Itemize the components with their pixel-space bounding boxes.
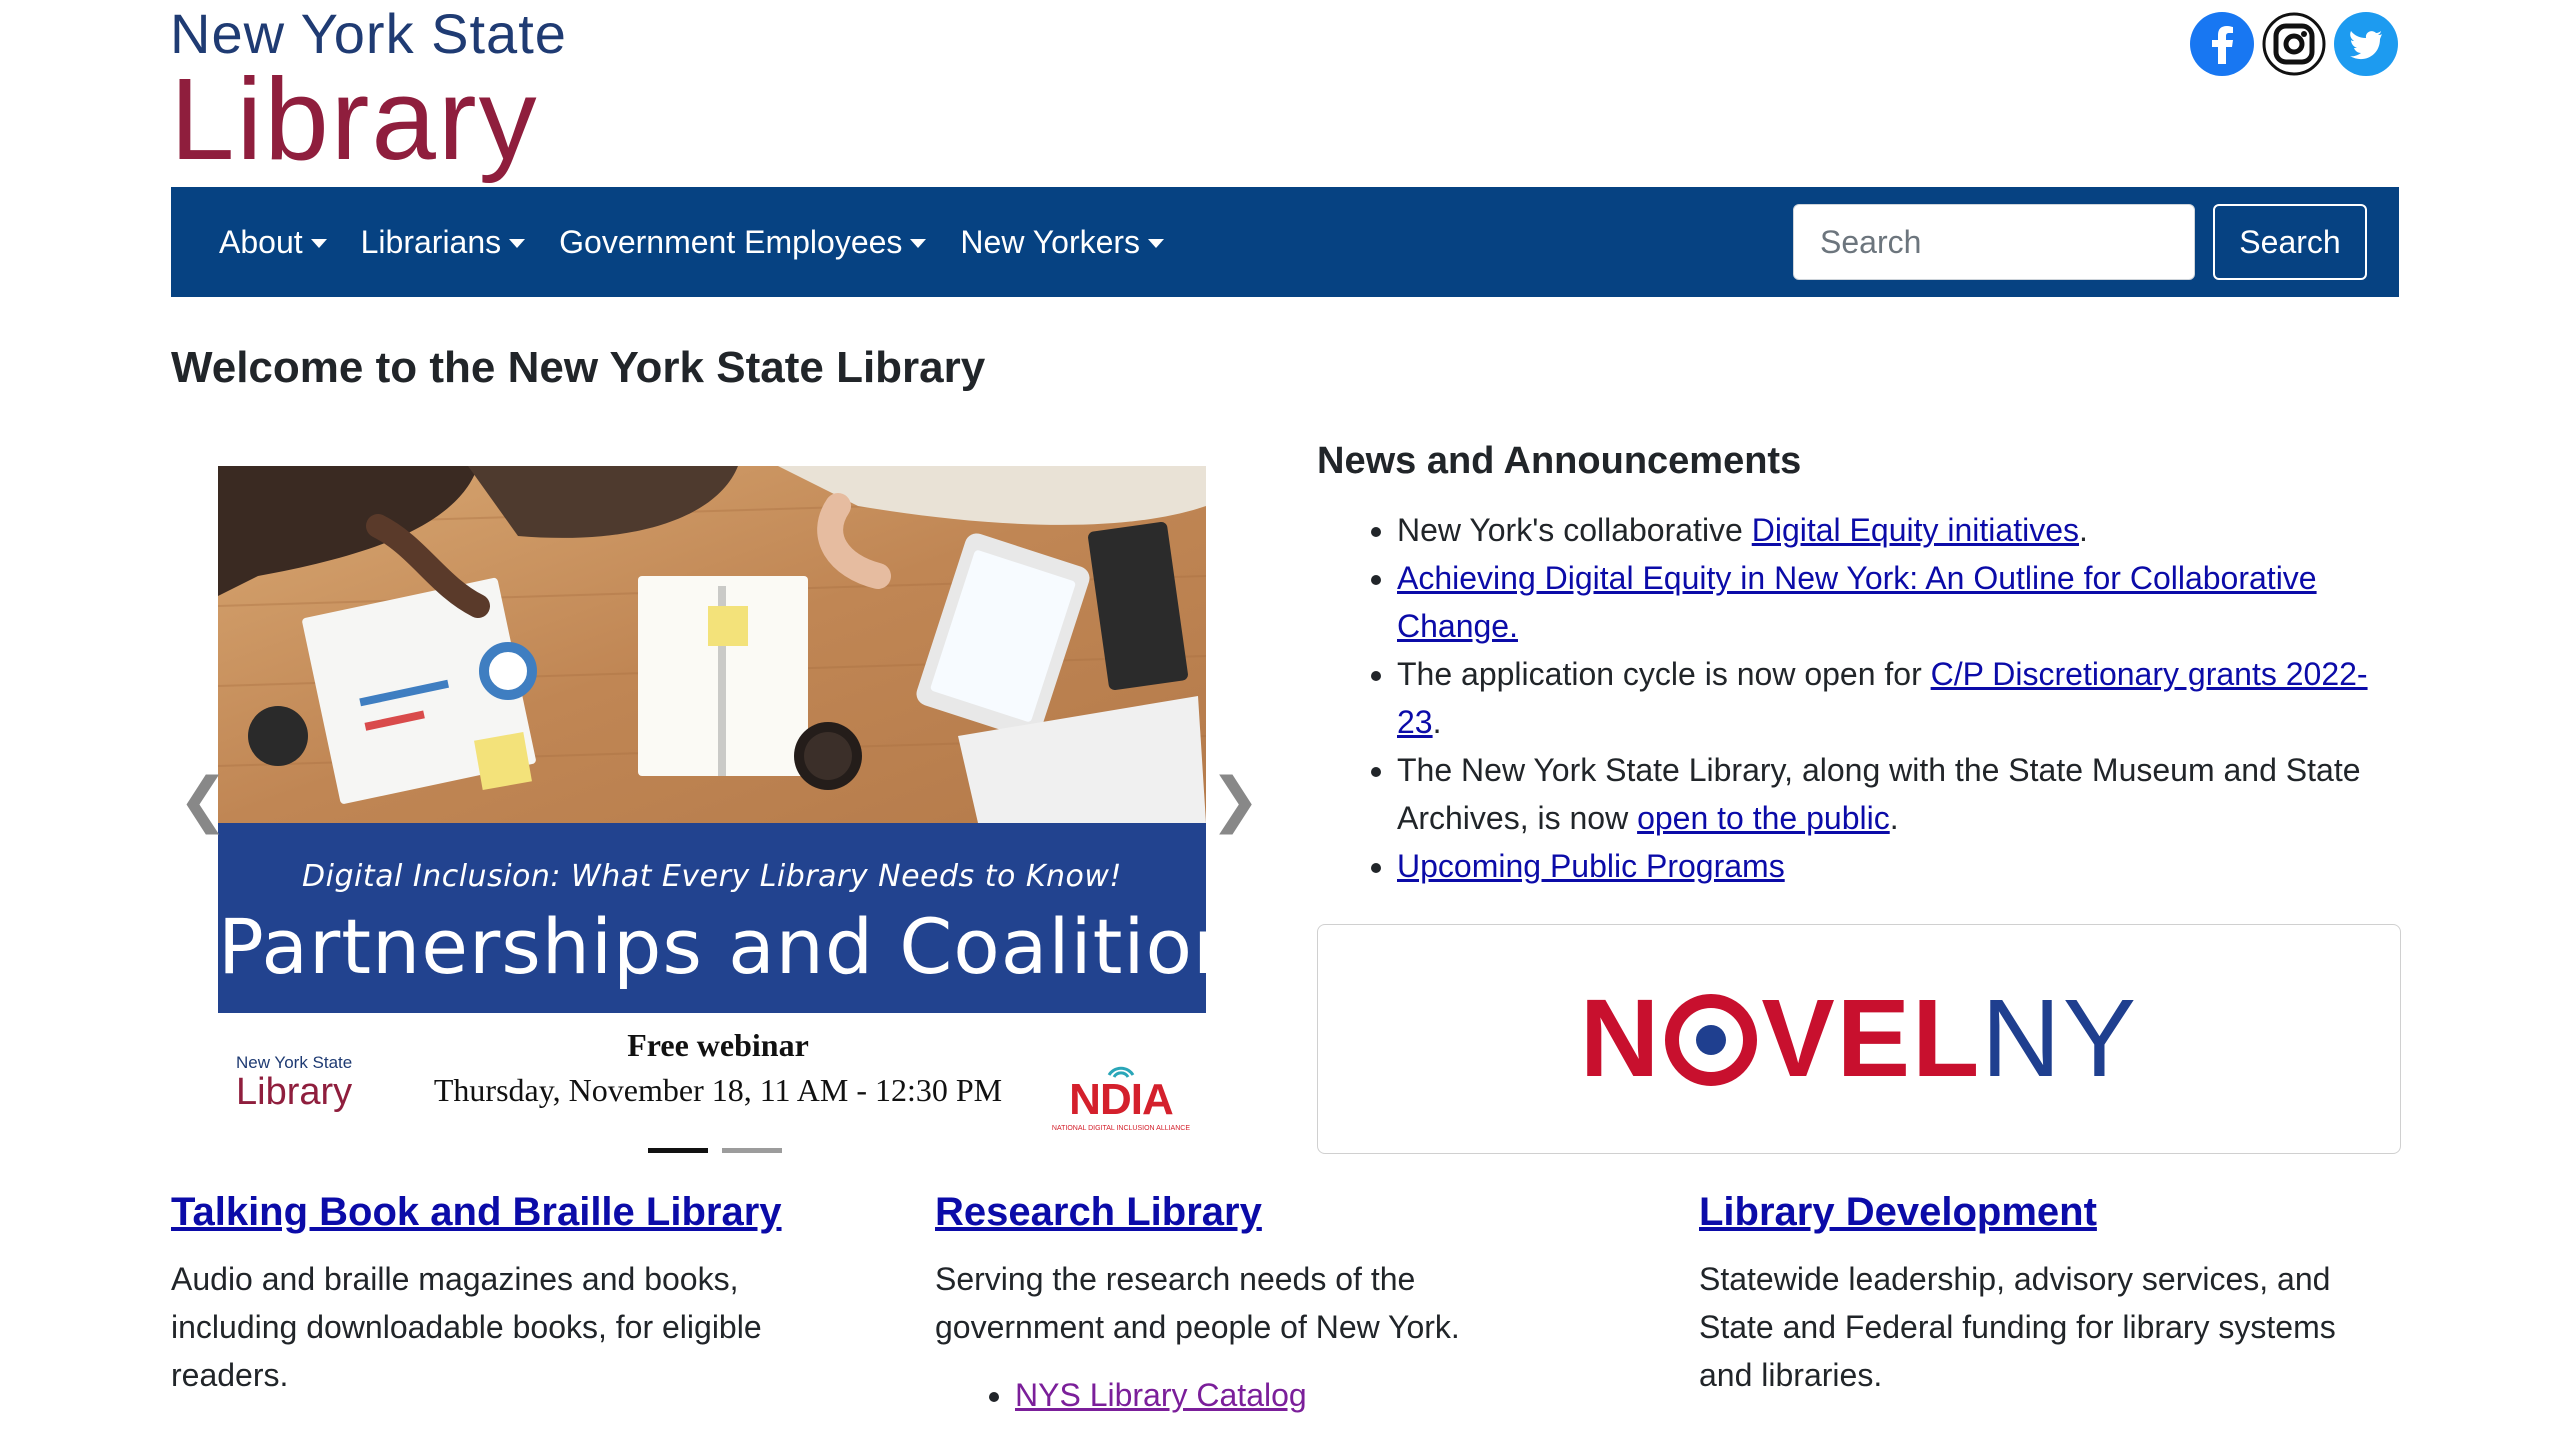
news-item-text: The application cycle is now open for xyxy=(1397,656,1931,692)
news-item: The application cycle is now open for C/… xyxy=(1397,650,2407,746)
nysl-mini-logo: New York State Library xyxy=(236,1053,352,1111)
ndia-logo: NDIA NATIONAL DIGITAL INCLUSION ALLIANCE xyxy=(1052,1061,1190,1132)
nav-label: About xyxy=(219,223,303,260)
news-link-digital-equity[interactable]: Digital Equity initiatives xyxy=(1752,512,2079,548)
main-navbar: About Librarians Government Employees Ne… xyxy=(171,187,2399,297)
news-title: News and Announcements xyxy=(1317,440,1802,482)
research-library-link[interactable]: Research Library xyxy=(935,1190,1262,1234)
webinar-date: Thursday, November 18, 11 AM - 12:30 PM xyxy=(433,1072,1003,1108)
news-link-digital-equity-outline[interactable]: Achieving Digital Equity in New York: An… xyxy=(1397,560,2317,644)
search-button[interactable]: Search xyxy=(2213,204,2367,280)
ndia-tagline: NATIONAL DIGITAL INCLUSION ALLIANCE xyxy=(1051,1125,1190,1132)
nav-menu: About Librarians Government Employees Ne… xyxy=(219,224,1198,261)
ndia-logo-text: NDIA xyxy=(1069,1075,1174,1124)
twitter-icon[interactable] xyxy=(2334,12,2398,76)
carousel-slide[interactable]: Digital Inclusion: What Every Library Ne… xyxy=(218,466,1283,1132)
search-input[interactable] xyxy=(1793,204,2195,280)
social-links xyxy=(2190,12,2398,76)
column-heading: Research Library xyxy=(935,1190,1575,1235)
nav-label: New Yorkers xyxy=(960,223,1141,260)
mini-logo-line2: Library xyxy=(236,1071,353,1113)
news-item-text: New York's collaborative xyxy=(1397,512,1752,548)
nav-label: Librarians xyxy=(360,223,502,260)
news-item-suffix: . xyxy=(2078,512,2088,548)
facebook-icon[interactable] xyxy=(2190,12,2254,76)
novelny-o-download-icon xyxy=(1665,994,1758,1086)
slide-footer: New York State Library Free webinar Thur… xyxy=(218,1013,1206,1132)
nav-government-employees-dropdown[interactable]: Government Employees xyxy=(559,223,927,261)
carousel-indicator-2[interactable] xyxy=(722,1148,782,1153)
carousel-next-button[interactable]: ❯ xyxy=(1210,770,1260,830)
caret-down-icon xyxy=(509,239,526,248)
research-library-column: Research Library Serving the research ne… xyxy=(935,1190,1575,1419)
column-text: Serving the research needs of the govern… xyxy=(935,1261,1460,1345)
carousel-indicators xyxy=(648,1148,782,1153)
caret-down-icon xyxy=(1148,239,1165,248)
news-link-public-programs[interactable]: Upcoming Public Programs xyxy=(1397,848,1785,884)
nav-new-yorkers-dropdown[interactable]: New Yorkers xyxy=(960,223,1165,261)
news-item-suffix: . xyxy=(1889,800,1899,836)
search-form: Search xyxy=(1793,204,2367,280)
novelny-ny: NY xyxy=(1981,977,2139,1100)
news-item-suffix: . xyxy=(1432,704,1442,740)
webinar-info: Free webinar Thursday, November 18, 11 A… xyxy=(398,1027,1038,1109)
webinar-title: Free webinar xyxy=(627,1027,809,1063)
site-logo[interactable]: New York State Library xyxy=(170,6,567,184)
news-item: New York's collaborative Digital Equity … xyxy=(1397,506,2407,554)
library-development-column: Library Development Statewide leadership… xyxy=(1699,1190,2339,1399)
carousel: Digital Inclusion: What Every Library Ne… xyxy=(170,466,1283,1156)
research-links: NYS Library Catalog xyxy=(935,1371,1575,1419)
talking-book-link[interactable]: Talking Book and Braille Library xyxy=(171,1190,782,1234)
slide-subtitle: Digital Inclusion: What Every Library Ne… xyxy=(302,859,1122,894)
mini-logo-line1: New York State xyxy=(236,1053,353,1072)
nav-label: Government Employees xyxy=(559,223,903,260)
logo-line2: Library xyxy=(170,54,539,184)
news-list: New York's collaborative Digital Equity … xyxy=(1317,506,2407,890)
library-development-link[interactable]: Library Development xyxy=(1699,1190,2097,1234)
news-item: Upcoming Public Programs xyxy=(1397,842,2407,890)
news-item: The New York State Library, along with t… xyxy=(1397,746,2407,842)
column-text: Statewide leadership, advisory services,… xyxy=(1699,1261,2336,1393)
carousel-prev-button[interactable]: ❮ xyxy=(178,770,228,830)
slide-photo xyxy=(218,466,1206,823)
novelny-banner[interactable]: N VELNY xyxy=(1317,924,2401,1154)
novelny-vel: VEL xyxy=(1761,977,1982,1100)
column-heading: Talking Book and Braille Library xyxy=(171,1190,811,1235)
nys-library-catalog-link[interactable]: NYS Library Catalog xyxy=(1015,1377,1307,1413)
nav-about-dropdown[interactable]: About xyxy=(219,224,327,261)
column-heading: Library Development xyxy=(1699,1190,2339,1235)
column-text: Audio and braille magazines and books, i… xyxy=(171,1261,762,1393)
novelny-n: N xyxy=(1579,977,1662,1100)
caret-down-icon xyxy=(910,239,927,248)
slide-banner: Digital Inclusion: What Every Library Ne… xyxy=(218,823,1283,1013)
news-item: Achieving Digital Equity in New York: An… xyxy=(1397,554,2407,650)
carousel-indicator-1[interactable] xyxy=(648,1148,708,1153)
slide-headline: Partnerships and Coalitions xyxy=(218,902,1283,991)
caret-down-icon xyxy=(310,239,327,248)
news-link-open-to-public[interactable]: open to the public xyxy=(1637,800,1890,836)
nav-librarians-dropdown[interactable]: Librarians xyxy=(361,224,526,261)
novelny-logo: N VELNY xyxy=(1580,984,2138,1094)
talking-book-column: Talking Book and Braille Library Audio a… xyxy=(171,1190,811,1399)
list-item: NYS Library Catalog xyxy=(1015,1371,1575,1419)
instagram-icon[interactable] xyxy=(2262,12,2326,76)
page-title: Welcome to the New York State Library xyxy=(171,343,986,392)
